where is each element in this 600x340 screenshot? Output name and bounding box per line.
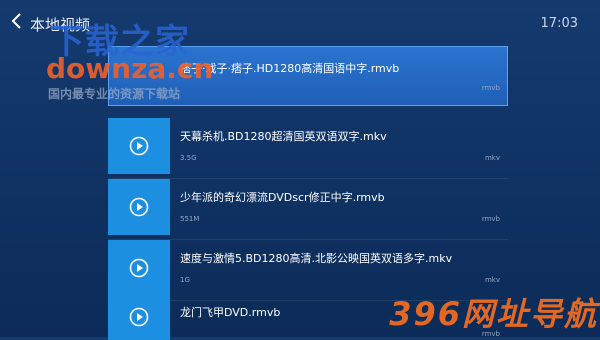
play-icon [129, 307, 149, 327]
video-name: 龙门飞甲DVD.rmvb [180, 306, 281, 319]
video-thumbnail [108, 240, 170, 296]
video-ext: mkv [484, 276, 500, 284]
video-ext: rmvb [481, 84, 500, 92]
video-item-2[interactable]: 天幕杀机.BD1280超清国英双语双字.mkv 3.5G mkv [108, 118, 508, 179]
video-name: 天幕杀机.BD1280超清国英双语双字.mkv [180, 130, 387, 143]
play-icon [129, 258, 149, 278]
clock: 17:03 [540, 16, 578, 31]
video-ext: mkv [484, 154, 500, 162]
video-item-3[interactable]: 少年派的奇幻漂流DVDscr修正中字.rmvb 551M rmvb [108, 179, 508, 240]
back-icon[interactable] [10, 12, 26, 30]
video-size: 3.5G [180, 154, 197, 162]
video-name: 速度与激情5.BD1280高清.北影公映国英双语多字.mkv [180, 252, 453, 265]
video-size: 1G [180, 276, 190, 284]
play-icon [129, 197, 149, 217]
play-icon [129, 136, 149, 156]
video-name: 少年派的奇幻漂流DVDscr修正中字.rmvb [180, 191, 385, 204]
watermark-tagline: 国内最专业的资源下载站 [48, 87, 181, 101]
video-size: 551M [180, 215, 200, 223]
video-ext: rmvb [481, 215, 500, 223]
watermark-corner: 396网址导航 [389, 295, 598, 333]
watermark-logo-en: downza.cn [46, 52, 214, 85]
video-item-4[interactable]: 速度与激情5.BD1280高清.北影公映国英双语多字.mkv 1G mkv [108, 240, 508, 301]
video-thumbnail [108, 118, 170, 174]
video-thumbnail [108, 294, 170, 340]
video-thumbnail [108, 179, 170, 235]
